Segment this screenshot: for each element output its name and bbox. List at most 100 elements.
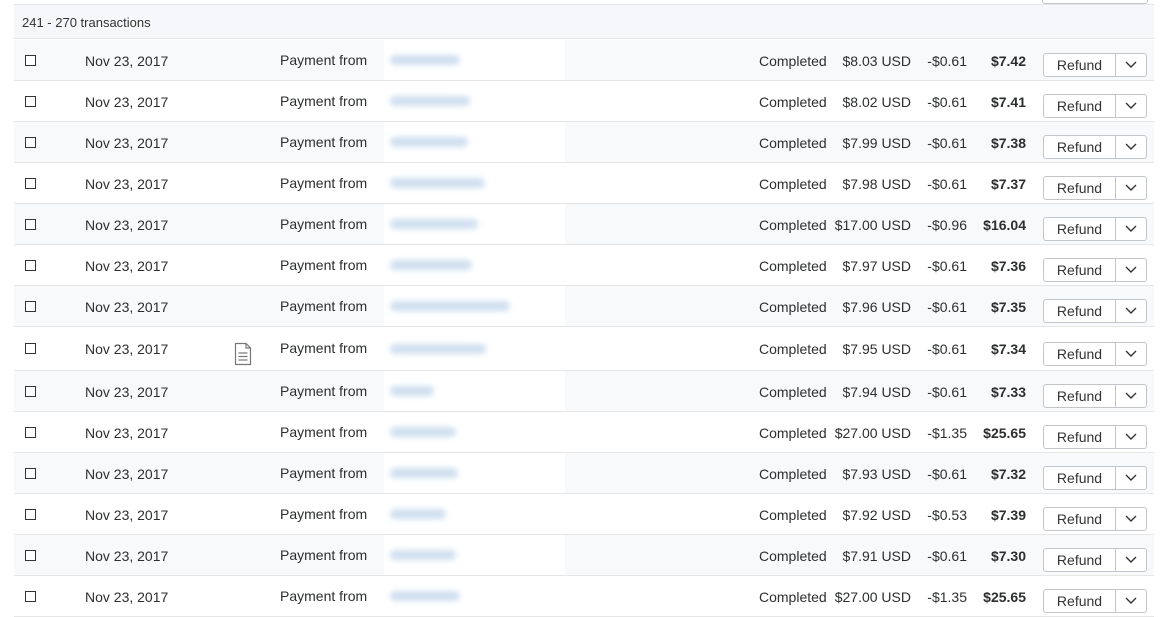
transaction-description[interactable]: Payment from: [280, 52, 367, 68]
more-actions-dropdown[interactable]: [1116, 54, 1146, 76]
fee-amount: -$0.61: [927, 299, 967, 315]
transaction-description[interactable]: Payment from: [280, 134, 367, 150]
row-checkbox[interactable]: [25, 219, 36, 230]
chevron-down-icon: [1125, 102, 1137, 109]
refund-button-group: Refund: [1043, 425, 1147, 449]
row-checkbox[interactable]: [25, 55, 36, 66]
fee-amount: -$1.35: [927, 425, 967, 441]
more-actions-dropdown[interactable]: [1116, 590, 1146, 612]
transaction-row[interactable]: Nov 23, 2017 Payment from Completed $7.9…: [14, 535, 1154, 576]
transaction-description[interactable]: Payment from: [280, 424, 367, 440]
row-checkbox[interactable]: [25, 137, 36, 148]
refund-button-group: Refund: [1043, 507, 1147, 531]
more-actions-dropdown[interactable]: [1116, 385, 1146, 407]
note-document-icon[interactable]: [234, 342, 252, 366]
transaction-description[interactable]: Payment from: [280, 93, 367, 109]
transaction-row[interactable]: Nov 23, 2017 Payment from Completed $7.9…: [14, 122, 1154, 163]
transaction-status: Completed: [759, 466, 827, 482]
transaction-description[interactable]: Payment from: [280, 340, 367, 356]
refund-button[interactable]: Refund: [1044, 590, 1116, 612]
more-actions-dropdown[interactable]: [1116, 300, 1146, 322]
row-checkbox[interactable]: [25, 427, 36, 438]
more-actions-dropdown[interactable]: [1116, 343, 1146, 365]
redacted-payer-name: [384, 327, 565, 370]
refund-button[interactable]: Refund: [1044, 95, 1116, 117]
transaction-row[interactable]: Nov 23, 2017 Payment from Completed $17.…: [14, 204, 1154, 245]
row-checkbox[interactable]: [25, 178, 36, 189]
refund-button[interactable]: Refund: [1044, 259, 1116, 281]
row-checkbox[interactable]: [25, 386, 36, 397]
row-checkbox[interactable]: [25, 301, 36, 312]
redacted-payer-name: [384, 412, 565, 452]
transaction-row[interactable]: Nov 23, 2017 Payment from Completed $7.9…: [14, 286, 1154, 327]
transaction-row[interactable]: Nov 23, 2017 Payment from Completed $7.9…: [14, 327, 1154, 371]
more-actions-dropdown[interactable]: [1116, 549, 1146, 571]
transaction-description[interactable]: Payment from: [280, 216, 367, 232]
refund-button[interactable]: Refund: [1044, 426, 1116, 448]
transaction-description[interactable]: Payment from: [280, 588, 367, 604]
transaction-description[interactable]: Payment from: [280, 175, 367, 191]
transaction-date: Nov 23, 2017: [85, 589, 169, 605]
more-actions-dropdown[interactable]: [1116, 259, 1146, 281]
transaction-description[interactable]: Payment from: [280, 506, 367, 522]
transaction-description[interactable]: Payment from: [280, 547, 367, 563]
row-checkbox[interactable]: [25, 468, 36, 479]
gross-amount: $27.00 USD: [834, 425, 911, 441]
transaction-status: Completed: [759, 299, 827, 315]
transaction-row[interactable]: Nov 23, 2017 Payment from Completed $27.…: [14, 576, 1154, 617]
refund-button[interactable]: Refund: [1044, 177, 1116, 199]
refund-button-group: Refund: [1043, 53, 1147, 77]
redacted-payer-name: [384, 204, 565, 244]
row-checkbox[interactable]: [25, 550, 36, 561]
transaction-status: Completed: [759, 507, 827, 523]
fee-amount: -$0.61: [927, 94, 967, 110]
previous-refund-button-edge[interactable]: [1042, 0, 1148, 4]
row-checkbox[interactable]: [25, 260, 36, 271]
refund-button[interactable]: Refund: [1044, 54, 1116, 76]
transaction-status: Completed: [759, 425, 827, 441]
row-checkbox[interactable]: [25, 509, 36, 520]
more-actions-dropdown[interactable]: [1116, 467, 1146, 489]
gross-amount: $7.94 USD: [842, 384, 911, 400]
transaction-row[interactable]: Nov 23, 2017 Payment from Completed $7.9…: [14, 494, 1154, 535]
transaction-row[interactable]: Nov 23, 2017 Payment from Completed $27.…: [14, 412, 1154, 453]
refund-button[interactable]: Refund: [1044, 343, 1116, 365]
row-checkbox[interactable]: [25, 343, 36, 354]
more-actions-dropdown[interactable]: [1116, 508, 1146, 530]
transaction-date: Nov 23, 2017: [85, 548, 169, 564]
refund-button[interactable]: Refund: [1044, 385, 1116, 407]
more-actions-dropdown[interactable]: [1116, 177, 1146, 199]
transaction-row[interactable]: Nov 23, 2017 Payment from Completed $8.0…: [14, 40, 1154, 81]
refund-button[interactable]: Refund: [1044, 300, 1116, 322]
transaction-description[interactable]: Payment from: [280, 257, 367, 273]
transaction-description[interactable]: Payment from: [280, 298, 367, 314]
row-checkbox[interactable]: [25, 96, 36, 107]
transactions-range-summary: 241 - 270 transactions: [14, 5, 1154, 39]
gross-amount: $7.99 USD: [842, 135, 911, 151]
refund-button[interactable]: Refund: [1044, 218, 1116, 240]
fee-amount: -$0.61: [927, 548, 967, 564]
more-actions-dropdown[interactable]: [1116, 218, 1146, 240]
more-actions-dropdown[interactable]: [1116, 136, 1146, 158]
row-checkbox[interactable]: [25, 591, 36, 602]
transaction-description[interactable]: Payment from: [280, 465, 367, 481]
refund-button[interactable]: Refund: [1044, 136, 1116, 158]
more-actions-dropdown[interactable]: [1116, 426, 1146, 448]
refund-button[interactable]: Refund: [1044, 508, 1116, 530]
more-actions-dropdown[interactable]: [1116, 95, 1146, 117]
transaction-date: Nov 23, 2017: [85, 341, 169, 357]
transaction-row[interactable]: Nov 23, 2017 Payment from Completed $7.9…: [14, 371, 1154, 412]
refund-button[interactable]: Refund: [1044, 549, 1116, 571]
transaction-row[interactable]: Nov 23, 2017 Payment from Completed $7.9…: [14, 453, 1154, 494]
fee-amount: -$0.53: [927, 507, 967, 523]
refund-button[interactable]: Refund: [1044, 467, 1116, 489]
gross-amount: $7.92 USD: [842, 507, 911, 523]
transaction-date: Nov 23, 2017: [85, 176, 169, 192]
transaction-row[interactable]: Nov 23, 2017 Payment from Completed $7.9…: [14, 163, 1154, 204]
fee-amount: -$0.61: [927, 53, 967, 69]
transaction-row[interactable]: Nov 23, 2017 Payment from Completed $8.0…: [14, 81, 1154, 122]
transaction-description[interactable]: Payment from: [280, 383, 367, 399]
redacted-payer-name: [384, 286, 565, 326]
gross-amount: $7.96 USD: [842, 299, 911, 315]
transaction-row[interactable]: Nov 23, 2017 Payment from Completed $7.9…: [14, 245, 1154, 286]
